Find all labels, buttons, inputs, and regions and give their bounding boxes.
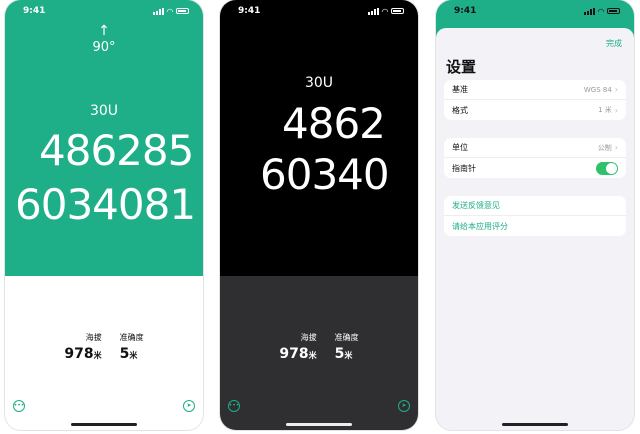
done-button[interactable]: 完成 — [606, 38, 622, 49]
locate-icon[interactable]: ➤ — [398, 400, 410, 412]
altitude-label: 海拔 — [300, 333, 317, 342]
signal-icon — [583, 7, 595, 15]
home-indicator — [71, 423, 137, 426]
accuracy-unit: 米 — [344, 351, 353, 360]
accuracy-stat: 准确度 5米 — [120, 332, 144, 362]
phone-dark-screen: 9:41 ◠ 30U 4862 60340 海拔 978米 准确度 5米 •••… — [220, 0, 418, 430]
compass-toggle[interactable] — [596, 161, 618, 175]
status-bar: 9:41 ◠ — [220, 0, 418, 22]
northing-value: 6034081 — [15, 180, 196, 229]
page-title: 设置 — [446, 58, 477, 76]
stats-row: 海拔 978米 准确度 5米 — [5, 332, 203, 362]
settings-group-display: 单位 公制 › 指南针 — [444, 138, 626, 178]
accuracy-label: 准确度 — [119, 333, 144, 342]
format-row[interactable]: 格式 1 米 › — [444, 100, 626, 120]
units-label: 单位 — [452, 143, 468, 152]
easting-value: 4862 — [282, 99, 386, 148]
info-panel: 海拔 978米 准确度 5米 ••• ➤ — [5, 276, 203, 430]
easting-value: 486285 — [39, 126, 194, 175]
settings-group-coordinates: 基准 WGS 84 › 格式 1 米 › — [444, 80, 626, 120]
feedback-link[interactable]: 发送反馈意见 — [452, 200, 500, 211]
format-label: 格式 — [452, 105, 468, 115]
home-indicator — [286, 423, 352, 426]
accuracy-stat: 准确度 5米 — [335, 332, 359, 362]
altitude-label: 海拔 — [85, 333, 102, 342]
utm-zone: 30U — [304, 75, 334, 91]
compass-row: 指南针 — [444, 158, 626, 178]
accuracy-unit: 米 — [129, 351, 138, 360]
chevron-right-icon: › — [614, 85, 618, 94]
phone-settings-screen: 9:41 ◠ 完成 设置 基准 WGS 84 › 格式 1 米 › 单位 公制 › 指… — [436, 0, 634, 430]
compass-label: 指南针 — [452, 163, 476, 173]
rate-row[interactable]: 请给本应用评分 — [444, 216, 626, 236]
northing-value: 60340 — [260, 150, 390, 199]
feedback-row[interactable]: 发送反馈意见 — [444, 196, 626, 216]
status-icons: ◠ — [583, 6, 620, 16]
coordinate-panel: 9:41 ◠ 30U 4862 60340 — [220, 0, 418, 276]
altitude-value: 978 — [64, 346, 94, 362]
status-time: 9:41 — [454, 6, 477, 16]
status-bar: 9:41 ◠ — [436, 0, 634, 22]
coordinate-panel: 9:41 ◠ ↑ 90° 30U 486285 6034081 — [5, 0, 203, 276]
heading-arrow-icon: ↑ — [98, 23, 110, 39]
stats-row: 海拔 978米 准确度 5米 — [220, 332, 418, 362]
chevron-right-icon: › — [614, 105, 618, 115]
battery-icon — [176, 8, 189, 14]
settings-group-links: 发送反馈意见 请给本应用评分 — [444, 196, 626, 236]
units-value: 公制 — [597, 143, 612, 152]
more-icon[interactable]: ••• — [228, 400, 240, 412]
more-icon[interactable]: ••• — [13, 400, 25, 412]
datum-row[interactable]: 基准 WGS 84 › — [444, 80, 626, 100]
wifi-icon: ◠ — [597, 6, 604, 16]
wifi-icon: ◠ — [381, 6, 388, 16]
accuracy-value: 5 — [119, 346, 130, 362]
battery-icon — [391, 8, 404, 14]
utm-zone: 30U — [89, 103, 119, 119]
phone-light-screen: 9:41 ◠ ↑ 90° 30U 486285 6034081 海拔 978米 … — [5, 0, 203, 430]
altitude-stat: 海拔 978米 — [64, 332, 101, 362]
accuracy-value: 5 — [334, 346, 345, 362]
altitude-stat: 海拔 978米 — [279, 332, 316, 362]
status-icons: ◠ — [152, 6, 189, 16]
format-value: 1 米 — [598, 106, 612, 114]
rate-link[interactable]: 请给本应用评分 — [452, 221, 508, 232]
status-time: 9:41 — [238, 6, 261, 16]
status-time: 9:41 — [23, 6, 46, 16]
datum-label: 基准 — [452, 85, 468, 94]
status-icons: ◠ — [367, 6, 404, 16]
status-bar: 9:41 ◠ — [5, 0, 203, 22]
locate-icon[interactable]: ➤ — [183, 400, 195, 412]
chevron-right-icon: › — [614, 143, 618, 152]
wifi-icon: ◠ — [166, 6, 173, 16]
battery-icon — [607, 8, 620, 14]
altitude-unit: 米 — [308, 351, 317, 360]
heading-value: 90° — [92, 40, 116, 55]
home-indicator — [502, 423, 568, 426]
signal-icon — [367, 7, 379, 15]
altitude-value: 978 — [279, 346, 309, 362]
signal-icon — [152, 7, 164, 15]
accuracy-label: 准确度 — [334, 333, 359, 342]
info-panel: 海拔 978米 准确度 5米 ••• ➤ — [220, 276, 418, 430]
altitude-unit: 米 — [93, 351, 102, 360]
datum-value: WGS 84 — [583, 85, 612, 94]
units-row[interactable]: 单位 公制 › — [444, 138, 626, 158]
